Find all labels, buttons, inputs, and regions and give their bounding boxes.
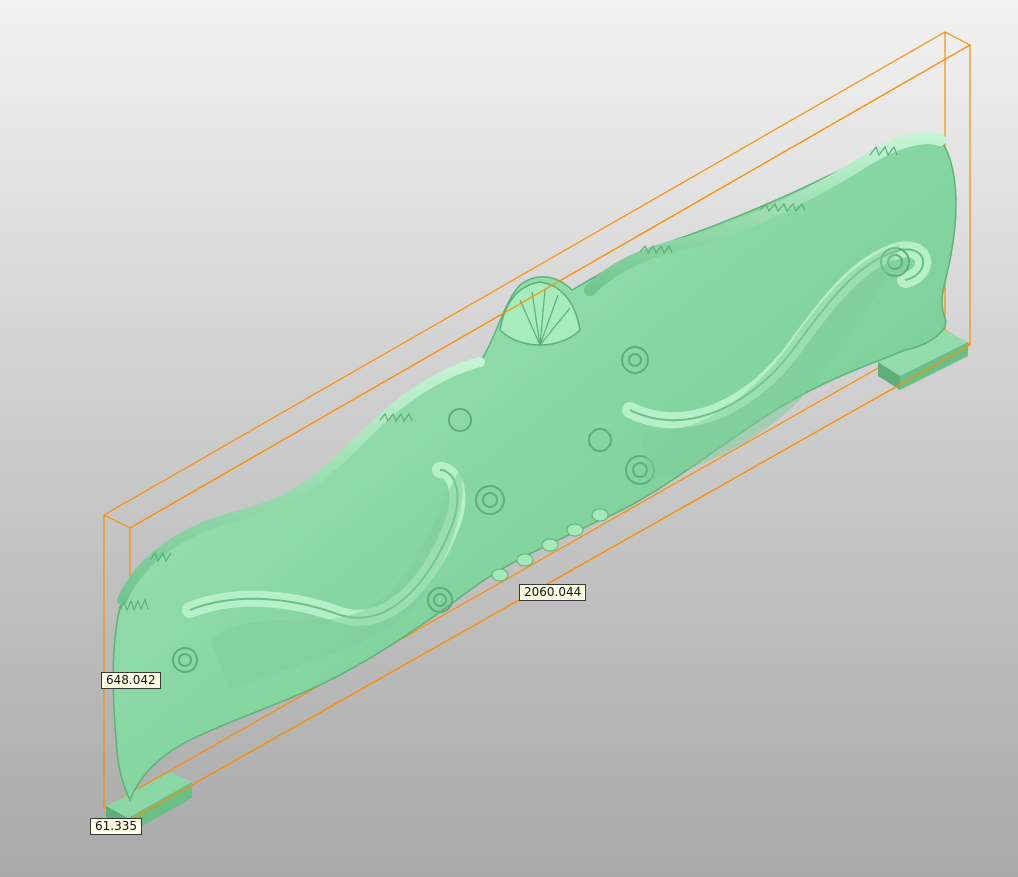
carved-headboard-model	[112, 132, 957, 802]
dimension-depth-label: 61.335	[90, 818, 142, 835]
3d-viewport[interactable]: 2060.044 648.042 61.335	[0, 0, 1018, 877]
dimension-length-label: 2060.044	[519, 584, 587, 601]
model-scene	[103, 31, 972, 834]
dimension-height-label: 648.042	[101, 672, 161, 689]
